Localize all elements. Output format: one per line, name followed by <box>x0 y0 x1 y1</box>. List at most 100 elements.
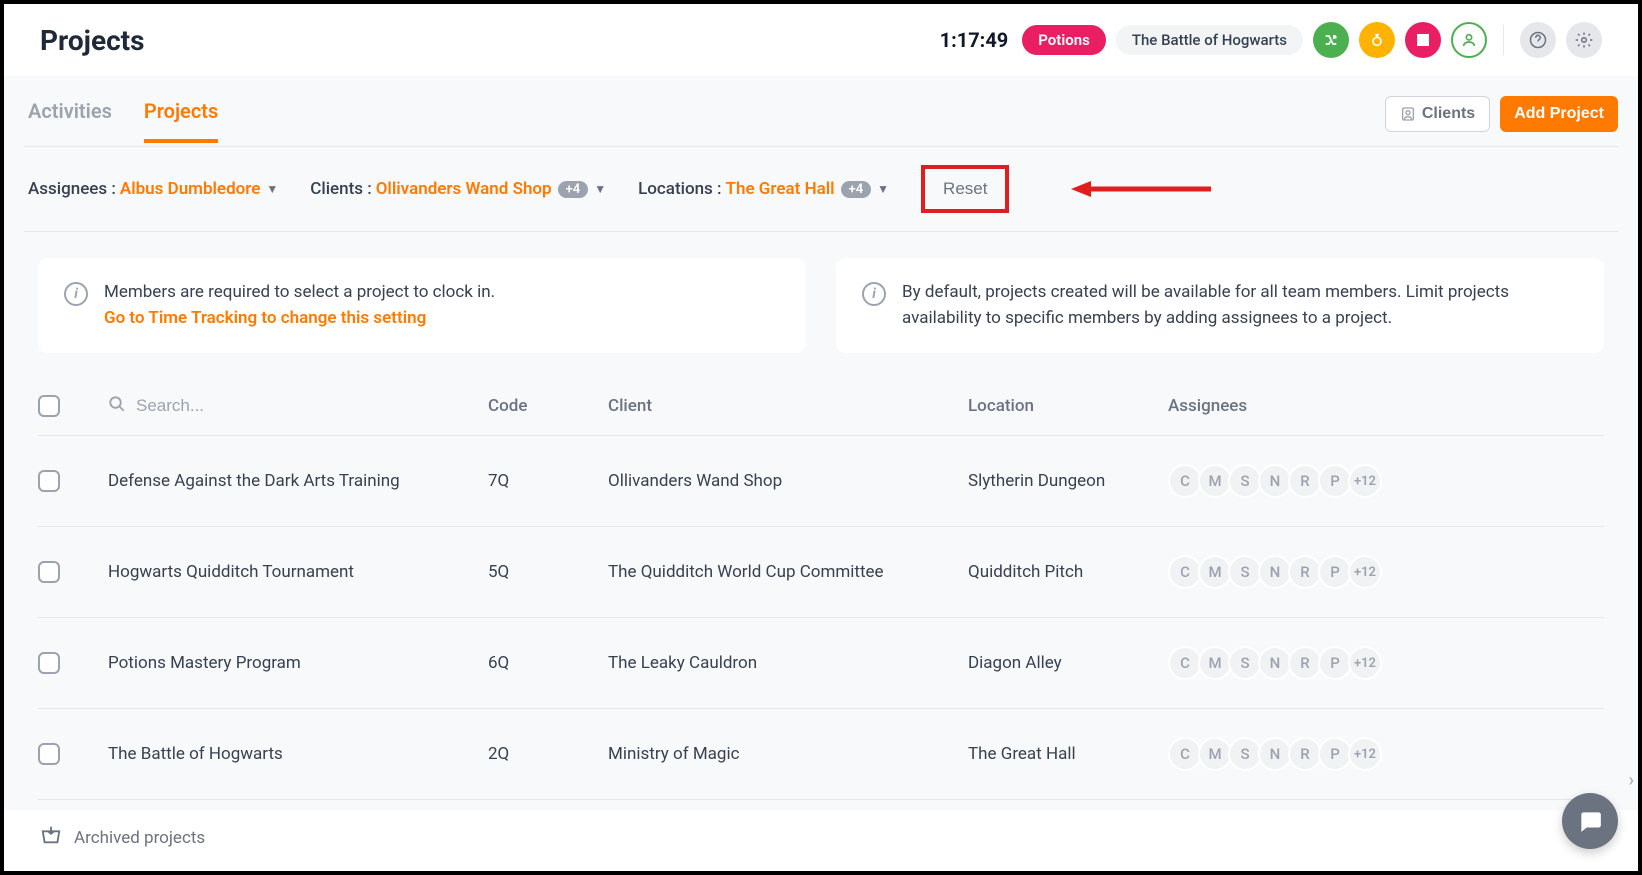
filter-clients-value[interactable]: Ollivanders Wand Shop +4 ▼ <box>376 179 606 199</box>
avatar[interactable]: R <box>1288 646 1322 680</box>
select-all-checkbox[interactable] <box>38 395 60 417</box>
timer-display: 1:17:49 <box>940 28 1009 52</box>
avatar[interactable]: C <box>1168 464 1202 498</box>
project-location: Slytherin Dungeon <box>968 471 1168 491</box>
scroll-right-chevron[interactable]: › <box>1629 770 1634 791</box>
search-input[interactable] <box>136 396 357 416</box>
filter-assignees-value[interactable]: Albus Dumbledore ▼ <box>120 179 278 199</box>
avatar[interactable]: S <box>1228 464 1262 498</box>
table-row[interactable]: Potions Mastery Program6QThe Leaky Cauld… <box>38 618 1604 709</box>
assignees-cell: CMSNRP+12 <box>1168 737 1604 771</box>
chevron-down-icon: ▼ <box>594 182 606 196</box>
assignees-cell: CMSNRP+12 <box>1168 646 1604 680</box>
avatar[interactable]: S <box>1228 737 1262 771</box>
avatar[interactable]: P <box>1318 646 1352 680</box>
info-card-2: i By default, projects created will be a… <box>836 258 1604 353</box>
assignees-cell: CMSNRP+12 <box>1168 464 1604 498</box>
table-row[interactable]: Hogwarts Quidditch Tournament5QThe Quidd… <box>38 527 1604 618</box>
annotation-arrow <box>1071 177 1211 201</box>
avatar[interactable]: P <box>1318 464 1352 498</box>
avatar[interactable]: C <box>1168 737 1202 771</box>
projects-table: Code Client Location Assignees Defense A… <box>24 363 1618 800</box>
table-row[interactable]: Defense Against the Dark Arts Training7Q… <box>38 436 1604 527</box>
avatar[interactable]: S <box>1228 646 1262 680</box>
avatar[interactable]: N <box>1258 464 1292 498</box>
filter-locations-value[interactable]: The Great Hall +4 ▼ <box>726 179 890 199</box>
avatar[interactable]: M <box>1198 555 1232 589</box>
avatar[interactable]: C <box>1168 646 1202 680</box>
avatar[interactable]: N <box>1258 555 1292 589</box>
avatar[interactable]: R <box>1288 737 1322 771</box>
filters-row: Assignees : Albus Dumbledore ▼ Clients :… <box>24 147 1618 232</box>
reset-button[interactable]: Reset <box>925 169 1005 209</box>
help-icon <box>1529 31 1547 49</box>
tab-projects[interactable]: Projects <box>144 99 218 143</box>
clients-button[interactable]: Clients <box>1385 96 1490 132</box>
avatar[interactable]: M <box>1198 646 1232 680</box>
avatar-more[interactable]: +12 <box>1348 555 1382 589</box>
tab-activities[interactable]: Activities <box>28 99 112 143</box>
avatar-more[interactable]: +12 <box>1348 464 1382 498</box>
avatar[interactable]: N <box>1258 737 1292 771</box>
project-location: Quidditch Pitch <box>968 562 1168 582</box>
stop-button[interactable] <box>1405 22 1441 58</box>
filter-locations-label: Locations : <box>638 179 721 199</box>
project-client: The Leaky Cauldron <box>608 653 968 673</box>
filter-assignees-label: Assignees : <box>28 179 116 199</box>
info-card-1: i Members are required to select a proje… <box>38 258 806 353</box>
settings-button[interactable] <box>1566 22 1602 58</box>
content-area: Activities Projects Clients Add Project … <box>4 76 1638 865</box>
avatar[interactable]: S <box>1228 555 1262 589</box>
project-name: Defense Against the Dark Arts Training <box>108 471 488 491</box>
filter-clients: Clients : Ollivanders Wand Shop +4 ▼ <box>310 179 606 199</box>
archive-icon <box>40 824 62 851</box>
project-client: The Quidditch World Cup Committee <box>608 562 968 582</box>
table-row[interactable]: The Battle of Hogwarts2QMinistry of Magi… <box>38 709 1604 800</box>
avatar[interactable]: C <box>1168 555 1202 589</box>
filter-clients-label: Clients : <box>310 179 371 199</box>
avatar[interactable]: M <box>1198 737 1232 771</box>
info-card-1-line1: Members are required to select a project… <box>104 282 495 302</box>
app-header: Projects 1:17:49 Potions The Battle of H… <box>4 4 1638 76</box>
filter-locations: Locations : The Great Hall +4 ▼ <box>638 179 889 199</box>
info-card-1-text: Members are required to select a project… <box>104 280 495 331</box>
chat-widget[interactable] <box>1562 793 1618 849</box>
row-checkbox[interactable] <box>38 561 60 583</box>
filter-assignees-text: Albus Dumbledore <box>120 179 261 199</box>
play-button[interactable] <box>1313 22 1349 58</box>
avatar[interactable]: M <box>1198 464 1232 498</box>
filter-clients-count: +4 <box>558 181 589 198</box>
user-button[interactable] <box>1451 22 1487 58</box>
add-project-button[interactable]: Add Project <box>1500 96 1618 132</box>
archived-projects-link[interactable]: Archived projects <box>74 828 205 848</box>
avatar[interactable]: R <box>1288 555 1322 589</box>
settings-icon <box>1575 31 1593 49</box>
filter-assignees: Assignees : Albus Dumbledore ▼ <box>28 179 278 199</box>
row-checkbox[interactable] <box>38 743 60 765</box>
shuffle-icon <box>1323 32 1339 48</box>
tabs-actions: Clients Add Project <box>1385 96 1618 146</box>
pill-battle[interactable]: The Battle of Hogwarts <box>1116 25 1303 55</box>
help-button[interactable] <box>1520 22 1556 58</box>
info-card-1-link[interactable]: Go to Time Tracking to change this setti… <box>104 308 426 328</box>
row-checkbox[interactable] <box>38 652 60 674</box>
project-client: Ministry of Magic <box>608 744 968 764</box>
break-icon <box>1369 32 1385 48</box>
avatar-more[interactable]: +12 <box>1348 646 1382 680</box>
row-checkbox[interactable] <box>38 470 60 492</box>
avatar[interactable]: N <box>1258 646 1292 680</box>
avatar-more[interactable]: +12 <box>1348 737 1382 771</box>
pause-button[interactable] <box>1359 22 1395 58</box>
avatar[interactable]: P <box>1318 737 1352 771</box>
col-code: Code <box>488 396 608 416</box>
clients-icon <box>1400 106 1416 122</box>
avatar[interactable]: R <box>1288 464 1322 498</box>
avatar[interactable]: P <box>1318 555 1352 589</box>
reset-highlight-box: Reset <box>921 165 1009 213</box>
info-card-2-text: By default, projects created will be ava… <box>902 280 1578 331</box>
col-assignees: Assignees <box>1168 396 1604 416</box>
stop-icon <box>1417 34 1429 46</box>
chevron-down-icon: ▼ <box>877 182 889 196</box>
pill-potions[interactable]: Potions <box>1022 25 1106 55</box>
clients-button-label: Clients <box>1422 105 1475 123</box>
